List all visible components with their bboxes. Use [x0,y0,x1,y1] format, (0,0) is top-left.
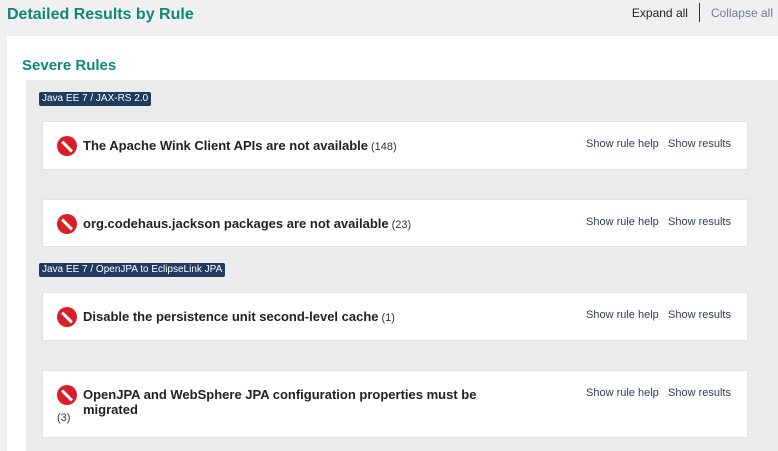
rule-title: The Apache Wink Client APIs are not avai… [83,138,533,153]
rule-card[interactable]: The Apache Wink Client APIs are not avai… [42,121,748,170]
rule-card[interactable]: org.codehaus.jackson packages are not av… [42,199,748,247]
show-results-link[interactable]: Show results [668,309,731,321]
group-tag: Java EE 7 / OpenJPA to EclipseLink JPA [39,263,226,277]
rule-count: (148) [371,141,397,153]
rule-card[interactable]: OpenJPA and WebSphere JPA configuration … [42,370,748,438]
results-panel: Severe Rules Java EE 7 / JAX-RS 2.0 The … [7,36,778,451]
rule-title: org.codehaus.jackson packages are not av… [83,216,533,231]
collapse-all-link[interactable]: Collapse all [700,6,773,20]
show-rule-help-link[interactable]: Show rule help [586,309,659,321]
rule-count: (1) [381,312,395,324]
header-actions: Expand all Collapse all [632,3,773,22]
rule-count: (3) [57,412,71,424]
show-results-link[interactable]: Show results [668,387,731,399]
rule-title-text: OpenJPA and WebSphere JPA configuration … [83,387,477,417]
severe-error-icon [57,385,77,405]
show-results-link[interactable]: Show results [668,216,731,228]
severe-error-icon [57,136,77,156]
page-header: Detailed Results by Rule Expand all Coll… [0,0,778,36]
rule-title-text: Disable the persistence unit second-leve… [83,309,379,324]
rule-card[interactable]: Disable the persistence unit second-leve… [42,292,748,341]
page-title: Detailed Results by Rule [7,6,194,23]
severe-rules-area: Java EE 7 / JAX-RS 2.0 The Apache Wink C… [26,80,778,451]
show-rule-help-link[interactable]: Show rule help [586,216,659,228]
rule-title: Disable the persistence unit second-leve… [83,309,533,324]
rule-title-text: org.codehaus.jackson packages are not av… [83,216,389,231]
rule-title-text: The Apache Wink Client APIs are not avai… [83,138,368,153]
severe-error-icon [57,214,77,234]
show-rule-help-link[interactable]: Show rule help [586,387,659,399]
severe-error-icon [57,307,77,327]
expand-all-link[interactable]: Expand all [632,6,699,20]
group-tag: Java EE 7 / JAX-RS 2.0 [39,92,152,106]
rule-title: OpenJPA and WebSphere JPA configuration … [83,387,533,417]
show-rule-help-link[interactable]: Show rule help [586,138,659,150]
rule-count: (23) [391,219,412,231]
section-title: Severe Rules [22,57,117,74]
show-results-link[interactable]: Show results [668,138,731,150]
